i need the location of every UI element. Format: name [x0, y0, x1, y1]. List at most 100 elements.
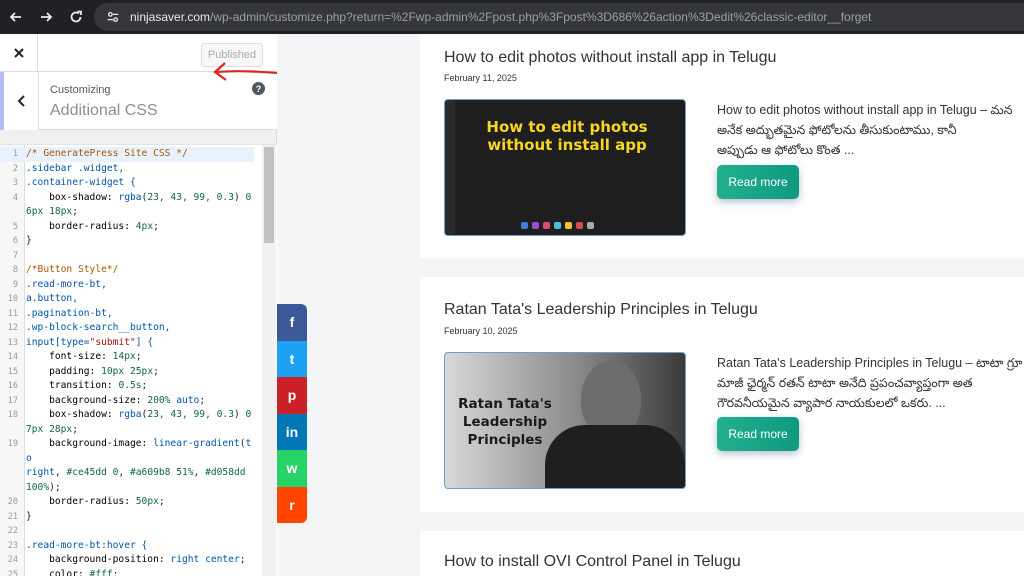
line-number — [0, 205, 22, 220]
post-title[interactable]: Ratan Tata's Leadership Principles in Te… — [444, 301, 758, 319]
linkedin-share-icon[interactable]: in — [277, 413, 307, 450]
close-customizer-icon[interactable] — [0, 34, 38, 72]
post-thumbnail[interactable]: Ratan Tata's Leadership Principles — [444, 352, 686, 489]
code-line[interactable]: 1/* GeneratePress Site CSS */ — [0, 147, 262, 162]
thumbnail-text: Ratan Tata's Leadership Principles — [458, 396, 552, 448]
code-line[interactable]: 5 border-radius: 4px; — [0, 220, 262, 235]
code-line[interactable]: 20 border-radius: 50px; — [0, 495, 262, 510]
css-code-editor[interactable]: 1/* GeneratePress Site CSS */2 .sidebar .… — [0, 144, 277, 576]
code-line[interactable]: 21} — [0, 510, 262, 525]
post-excerpt: How to edit photos without install app i… — [717, 100, 1024, 160]
facebook-share-icon[interactable]: f — [277, 304, 307, 341]
line-number — [0, 466, 22, 481]
post-card: Ratan Tata's Leadership Principles in Te… — [420, 277, 1024, 512]
code-line[interactable]: 14 font-size: 14px; — [0, 350, 262, 365]
code-line[interactable]: 10 a.button, — [0, 292, 262, 307]
editor-scroll-thumb[interactable] — [264, 147, 274, 243]
line-number: 18 — [7, 410, 18, 420]
excerpt-line: అనేక అద్భుతమైన ఫోటోలను తీసుకుంటాము, కానీ — [717, 123, 957, 137]
code-line[interactable]: 13 input[type="submit"] { — [0, 336, 262, 351]
code-line[interactable]: 7px 28px; — [0, 423, 262, 438]
customizer-panel: Published Customizing Additional CSS ? 1… — [0, 34, 277, 576]
back-nav-icon[interactable] — [2, 3, 30, 31]
reddit-share-icon[interactable]: r — [277, 486, 307, 523]
post-excerpt: Ratan Tata's Leadership Principles in Te… — [717, 353, 1024, 413]
code-text: background-position: right center; — [49, 554, 246, 565]
code-line[interactable]: right, #ce45dd 0, #a609b8 51%, #d058dd — [0, 466, 262, 481]
code-line[interactable]: 2 .sidebar .widget, — [0, 162, 262, 177]
code-line[interactable]: 23 .read-more-bt:hover { — [0, 539, 262, 554]
code-text: background-size: 200% auto; — [49, 394, 206, 406]
code-text: border-radius: 4px; — [49, 220, 159, 232]
url-path: /wp-admin/customize.php?return=%2Fwp-adm… — [210, 10, 872, 24]
whatsapp-share-icon[interactable]: w — [277, 450, 307, 487]
line-number: 25 — [7, 569, 18, 576]
line-number: 24 — [7, 555, 18, 565]
code-text: transition: 0.5s; — [49, 380, 148, 391]
line-number: 20 — [7, 497, 18, 507]
line-number: 14 — [7, 352, 18, 362]
code-text: .read-more-bt:hover { — [26, 539, 148, 551]
code-line[interactable]: 15 padding: 10px 25px; — [0, 365, 262, 380]
read-more-button[interactable]: Read more — [717, 165, 799, 199]
browser-toolbar: ninjasaver.com/wp-admin/customize.php?re… — [0, 0, 1024, 34]
url-text: ninjasaver.com/wp-admin/customize.php?re… — [130, 10, 871, 24]
code-line[interactable]: 7 — [0, 249, 262, 264]
code-line[interactable]: 22 — [0, 524, 262, 539]
line-number: 13 — [7, 337, 18, 348]
code-line[interactable]: 17 background-size: 200% auto; — [0, 394, 262, 409]
back-button[interactable] — [0, 72, 39, 130]
thumbnail-sidebar — [445, 100, 455, 235]
line-number: 2 — [12, 163, 18, 174]
code-text: /*Button Style*/ — [26, 264, 119, 275]
dock-app-icon — [587, 222, 594, 229]
code-line[interactable]: 9 .read-more-bt, — [0, 278, 262, 293]
excerpt-line: గౌరవనీయమైన వ్యాపార నాయకులలో ఒకరు. ... — [717, 396, 946, 410]
url-host: ninjasaver.com — [130, 10, 211, 24]
pinterest-share-icon[interactable]: p — [277, 377, 307, 414]
code-text: border-radius: 50px; — [49, 496, 165, 507]
code-line[interactable]: 18 box-shadow: rgba(23, 43, 99, 0.3) 0 — [0, 408, 262, 423]
dock-app-icon — [576, 222, 583, 229]
code-text: color: #fff; — [49, 568, 119, 576]
line-number: 16 — [7, 381, 18, 391]
address-bar[interactable]: ninjasaver.com/wp-admin/customize.php?re… — [94, 3, 1024, 31]
code-line[interactable]: 8 /*Button Style*/ — [0, 263, 262, 278]
section-title: Additional CSS — [50, 102, 158, 119]
code-text: box-shadow: rgba(23, 43, 99, 0.3) 0 — [49, 191, 252, 203]
post-thumbnail[interactable]: How to edit photos without install app — [444, 99, 686, 236]
line-number: 23 — [7, 540, 18, 551]
code-text: 6px 18px; — [26, 206, 78, 217]
excerpt-line: How to edit photos without install app i… — [717, 103, 1013, 117]
post-title[interactable]: How to edit photos without install app i… — [444, 49, 776, 67]
read-more-button[interactable]: Read more — [717, 417, 799, 451]
line-number: 4 — [12, 192, 18, 203]
code-line[interactable]: 4 box-shadow: rgba(23, 43, 99, 0.3) 0 — [0, 191, 262, 206]
code-text: padding: 10px 25px; — [49, 365, 159, 377]
code-line[interactable]: 12 .wp-block-search__button, — [0, 321, 262, 336]
code-line[interactable]: 24 background-position: right center; — [0, 553, 262, 568]
code-line[interactable]: 11 .pagination-bt, — [0, 307, 262, 322]
code-line[interactable]: 16 transition: 0.5s; — [0, 379, 262, 394]
code-line[interactable]: 25 color: #fff; — [0, 568, 262, 576]
forward-nav-icon[interactable] — [32, 3, 60, 31]
code-line[interactable]: 100%); — [0, 481, 262, 496]
excerpt-line: మాజీ ఛైర్మన్ రతన్ టాటా అనేది ప్రపంచవ్యాప… — [717, 376, 973, 390]
code-text: a.button, — [26, 293, 78, 304]
code-line[interactable]: 6} — [0, 234, 262, 249]
line-number: 22 — [7, 526, 18, 536]
reload-icon[interactable] — [62, 3, 90, 31]
code-line[interactable]: 6px 18px; — [0, 205, 262, 220]
line-number: 1 — [0, 147, 22, 162]
code-text: /* GeneratePress Site CSS */ — [22, 147, 254, 162]
code-content[interactable]: 1/* GeneratePress Site CSS */2 .sidebar .… — [0, 147, 262, 576]
code-line[interactable]: 19 background-image: linear-gradient(to — [0, 437, 262, 466]
site-settings-icon[interactable] — [104, 8, 122, 26]
customizing-label: Customizing — [50, 84, 111, 96]
code-line[interactable]: 3 .container-widget { — [0, 176, 262, 191]
twitter-share-icon[interactable]: t — [277, 340, 307, 377]
excerpt-line: Ratan Tata's Leadership Principles in Te… — [717, 356, 1023, 370]
dock-app-icon — [532, 222, 539, 229]
post-title[interactable]: How to install OVI Control Panel in Telu… — [444, 553, 741, 571]
